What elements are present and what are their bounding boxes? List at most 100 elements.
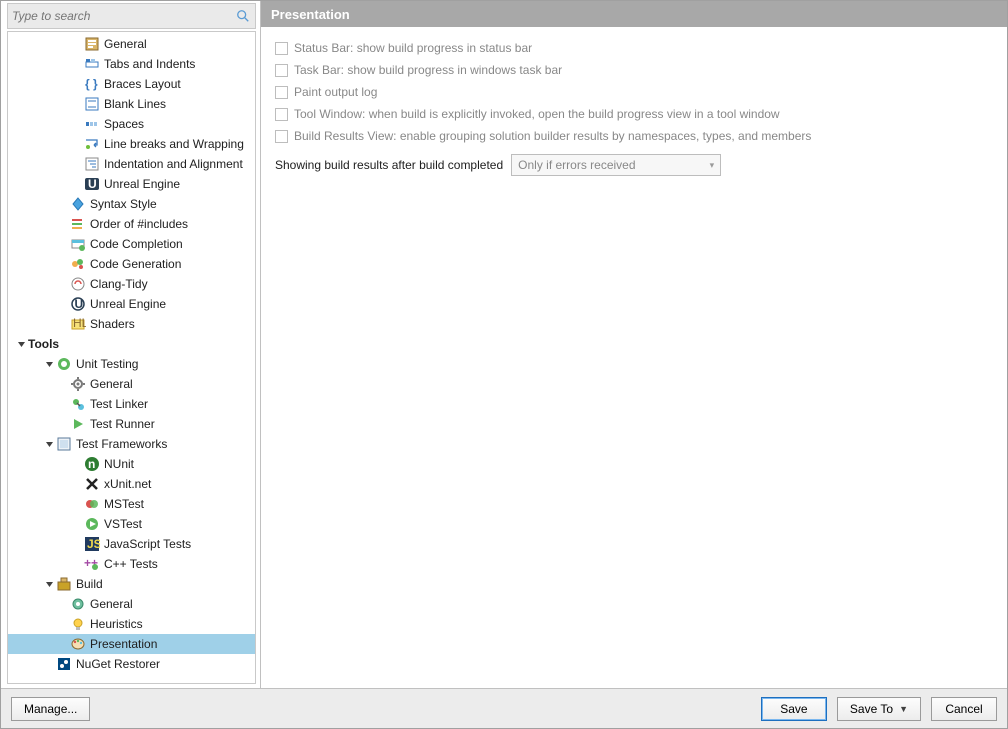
tree-item[interactable]: Tabs and Indents: [8, 54, 255, 74]
tree-item[interactable]: Line breaks and Wrapping: [8, 134, 255, 154]
tree-item-label: Blank Lines: [104, 97, 166, 111]
tree-item[interactable]: Heuristics: [8, 614, 255, 634]
expand-toggle-icon[interactable]: [44, 579, 54, 589]
tree-item[interactable]: xUnit.net: [8, 474, 255, 494]
palette-icon: [70, 636, 86, 652]
checkbox[interactable]: [275, 130, 288, 143]
tree-item[interactable]: JavaScript Tests: [8, 534, 255, 554]
tree-item[interactable]: Blank Lines: [8, 94, 255, 114]
save-button[interactable]: Save: [761, 697, 827, 721]
frameworks-icon: [56, 436, 72, 452]
checkbox[interactable]: [275, 86, 288, 99]
gear2-icon: [70, 596, 86, 612]
nuget-icon: [56, 656, 72, 672]
tree-item[interactable]: Syntax Style: [8, 194, 255, 214]
tree-item[interactable]: Unreal Engine: [8, 294, 255, 314]
search-icon: [235, 8, 251, 24]
checkbox[interactable]: [275, 108, 288, 121]
save-to-label: Save To: [850, 702, 893, 716]
tree-item[interactable]: Shaders: [8, 314, 255, 334]
tree-item-label: Code Completion: [90, 237, 183, 251]
cancel-button[interactable]: Cancel: [931, 697, 997, 721]
dropdown-label: Showing build results after build comple…: [275, 158, 503, 172]
spaces-icon: [84, 116, 100, 132]
tree-item[interactable]: Spaces: [8, 114, 255, 134]
completion-icon: [70, 236, 86, 252]
gear-icon: [70, 376, 86, 392]
tree-item[interactable]: Braces Layout: [8, 74, 255, 94]
tree-item-label: Tools: [28, 337, 59, 351]
save-label: Save: [780, 702, 807, 716]
option-row: Build Results View: enable grouping solu…: [275, 125, 993, 147]
indent-icon: [84, 156, 100, 172]
tree-item-label: C++ Tests: [104, 557, 158, 571]
tree-item[interactable]: Unit Testing: [8, 354, 255, 374]
tree-item[interactable]: Indentation and Alignment: [8, 154, 255, 174]
tree-item[interactable]: Test Runner: [8, 414, 255, 434]
option-row: Tool Window: when build is explicitly in…: [275, 103, 993, 125]
option-row: Paint output log: [275, 81, 993, 103]
tree-item-label: Clang-Tidy: [90, 277, 148, 291]
tree-item-label: Heuristics: [90, 617, 143, 631]
tree-item[interactable]: Order of #includes: [8, 214, 255, 234]
tree-item-label: Tabs and Indents: [104, 57, 195, 71]
tree-item-label: Presentation: [90, 637, 157, 651]
build-results-dropdown[interactable]: Only if errors received▾: [511, 154, 721, 176]
tree-item[interactable]: Unreal Engine: [8, 174, 255, 194]
tree-item[interactable]: Code Completion: [8, 234, 255, 254]
tree-item[interactable]: Tools: [8, 334, 255, 354]
tree-item-label: Order of #includes: [90, 217, 188, 231]
expand-toggle-icon[interactable]: [16, 339, 26, 349]
checkbox[interactable]: [275, 42, 288, 55]
tree-item[interactable]: MSTest: [8, 494, 255, 514]
nunit-icon: [84, 456, 100, 472]
shaders-icon: [70, 316, 86, 332]
manage-label: Manage...: [24, 702, 77, 716]
tree-item-label: MSTest: [104, 497, 144, 511]
tree-item[interactable]: Test Frameworks: [8, 434, 255, 454]
options-panel: Status Bar: show build progress in statu…: [261, 27, 1007, 688]
tree-item[interactable]: C++ Tests: [8, 554, 255, 574]
tree-item-label: Unreal Engine: [90, 297, 166, 311]
option-label: Paint output log: [294, 85, 377, 99]
checkbox[interactable]: [275, 64, 288, 77]
search-box[interactable]: [7, 3, 256, 29]
tabs-icon: [84, 56, 100, 72]
settings-tree[interactable]: General Tabs and Indents Braces Layout Blan…: [8, 32, 255, 683]
tree-item[interactable]: VSTest: [8, 514, 255, 534]
tree-item-label: Unit Testing: [76, 357, 138, 371]
syntax-icon: [70, 196, 86, 212]
tree-item[interactable]: NuGet Restorer: [8, 654, 255, 674]
search-input[interactable]: [12, 9, 235, 23]
unreal-icon: [84, 176, 100, 192]
tree-item-label: Unreal Engine: [104, 177, 180, 191]
option-row: Status Bar: show build progress in statu…: [275, 37, 993, 59]
tree-item[interactable]: NUnit: [8, 454, 255, 474]
option-label: Tool Window: when build is explicitly in…: [294, 107, 780, 121]
unit-icon: [56, 356, 72, 372]
general-icon: [84, 36, 100, 52]
xunit-icon: [84, 476, 100, 492]
tree-item[interactable]: Code Generation: [8, 254, 255, 274]
dropdown-caret-icon: ▼: [899, 704, 908, 714]
tree-item-label: General: [104, 37, 147, 51]
tree-item[interactable]: General: [8, 374, 255, 394]
tree-item-label: Shaders: [90, 317, 135, 331]
tree-item-label: VSTest: [104, 517, 142, 531]
order-icon: [70, 216, 86, 232]
tree-item[interactable]: Clang-Tidy: [8, 274, 255, 294]
tree-item[interactable]: Build: [8, 574, 255, 594]
save-to-button[interactable]: Save To ▼: [837, 697, 921, 721]
tree-item-label: NuGet Restorer: [76, 657, 160, 671]
tree-item[interactable]: General: [8, 594, 255, 614]
tree-item[interactable]: Test Linker: [8, 394, 255, 414]
expand-toggle-icon[interactable]: [44, 359, 54, 369]
dropdown-row: Showing build results after build comple…: [275, 151, 993, 179]
tree-item[interactable]: General: [8, 34, 255, 54]
manage-button[interactable]: Manage...: [11, 697, 90, 721]
tree-item[interactable]: Presentation: [8, 634, 255, 654]
expand-toggle-icon[interactable]: [44, 439, 54, 449]
generation-icon: [70, 256, 86, 272]
cpp-icon: [84, 556, 100, 572]
option-label: Status Bar: show build progress in statu…: [294, 41, 532, 55]
